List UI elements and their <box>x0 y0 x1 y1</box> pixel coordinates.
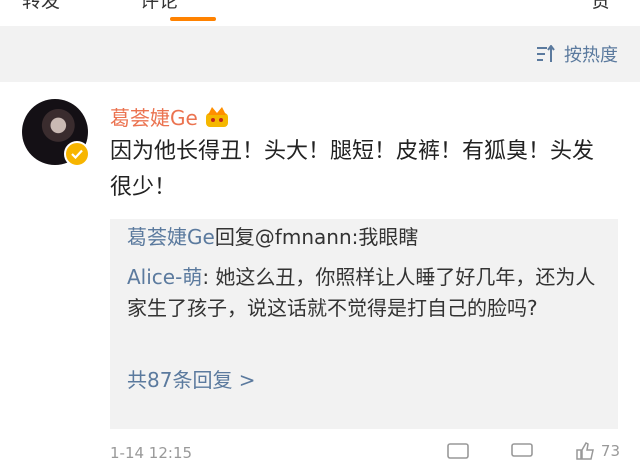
comment-text: 因为他长得丑！头大！腿短！皮裤！有狐臭！头发很少！ <box>110 139 595 200</box>
reply-item: Alice-萌: 她这么丑，你照样让人睡了好几年，还为人家生了孩子，说这话就不觉… <box>127 262 603 324</box>
comment-icon[interactable] <box>511 442 533 460</box>
comment-item: 葛荟婕Ge 因为他长得丑！头大！腿短！皮裤！有狐臭！头发很少！ 葛荟婕Ge回复@… <box>0 82 640 462</box>
sort-bar: 按热度 <box>0 26 640 82</box>
view-more-replies-link[interactable]: 共87条回复 > <box>127 365 603 396</box>
top-tab-bar: 转发 评论 赞 <box>0 0 640 26</box>
vip-crown-icon <box>205 106 228 127</box>
replies-panel: 葛荟婕Ge回复@fmnann:我眼瞎 Alice-萌: 她这么丑，你照样让人睡了… <box>110 219 618 429</box>
like-icon <box>576 442 594 460</box>
reply-username[interactable]: Alice-萌 <box>127 265 202 289</box>
reply-text: 回复@fmnann:我眼瞎 <box>214 225 419 249</box>
reply-item: 葛荟婕Ge回复@fmnann:我眼瞎 <box>127 222 603 253</box>
sort-by-heat-button[interactable]: 按热度 <box>536 41 618 67</box>
like-button[interactable]: 73 <box>575 442 620 460</box>
comment-footer: 1-14 12:15 73 <box>110 442 620 462</box>
share-icon[interactable] <box>447 442 469 460</box>
sort-icon <box>537 45 555 62</box>
verified-badge-icon <box>64 141 90 167</box>
tab-likes[interactable]: 赞 <box>591 0 610 13</box>
sort-label: 按热度 <box>564 45 618 66</box>
active-tab-indicator <box>170 17 216 21</box>
comment-time: 1-14 12:15 <box>110 444 193 462</box>
username-row: 葛荟婕Ge <box>110 102 230 131</box>
reply-username[interactable]: 葛荟婕Ge <box>127 225 215 249</box>
comment-username[interactable]: 葛荟婕Ge <box>110 102 198 131</box>
like-count: 73 <box>600 442 620 460</box>
tab-repost[interactable]: 转发 <box>22 0 60 13</box>
tab-comments[interactable]: 评论 <box>140 0 178 13</box>
